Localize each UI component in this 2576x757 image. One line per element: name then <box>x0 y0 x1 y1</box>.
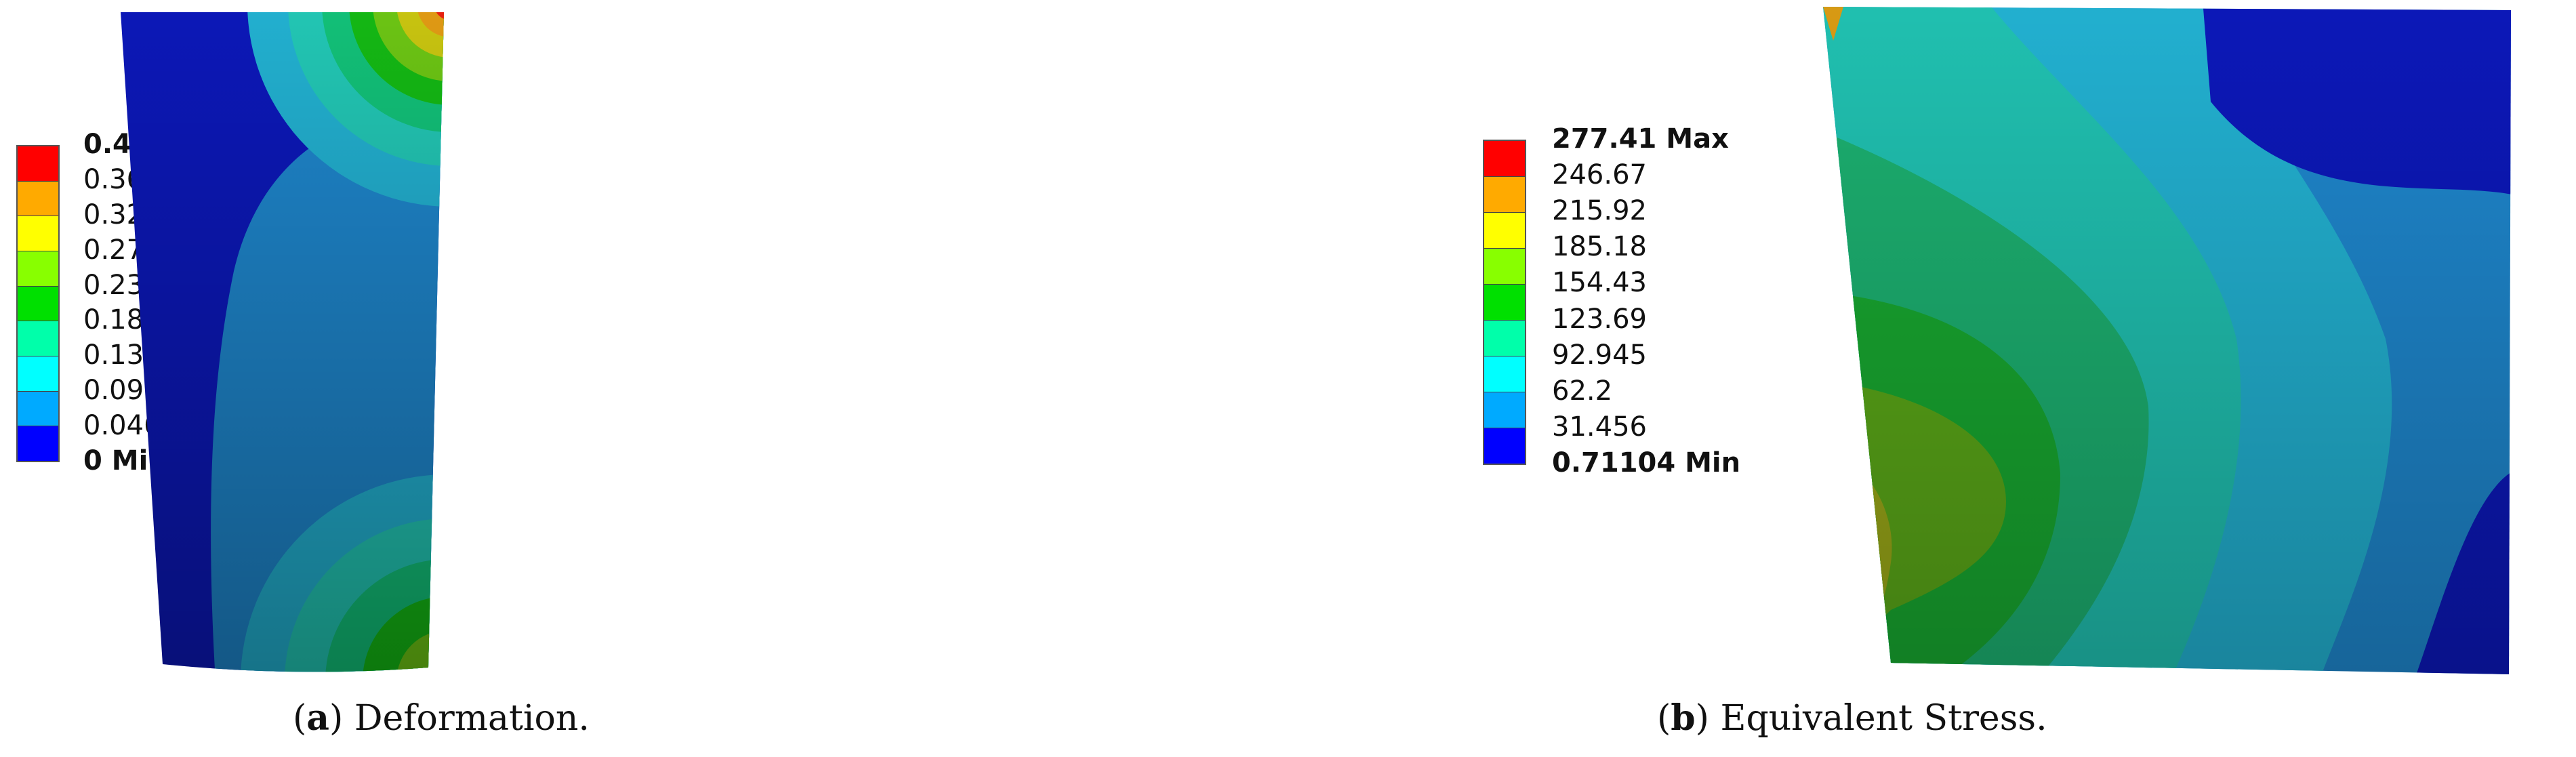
caption-letter: a <box>306 697 329 739</box>
caption-letter: b <box>1671 697 1696 739</box>
stress-contour-plot <box>1823 7 2511 674</box>
caption-text: Deformation. <box>354 698 590 739</box>
caption-b: (b) Equivalent Stress. <box>1657 697 2047 739</box>
caption-text: Equivalent Stress. <box>1720 698 2047 739</box>
caption-a: (a) Deformation. <box>293 697 590 739</box>
